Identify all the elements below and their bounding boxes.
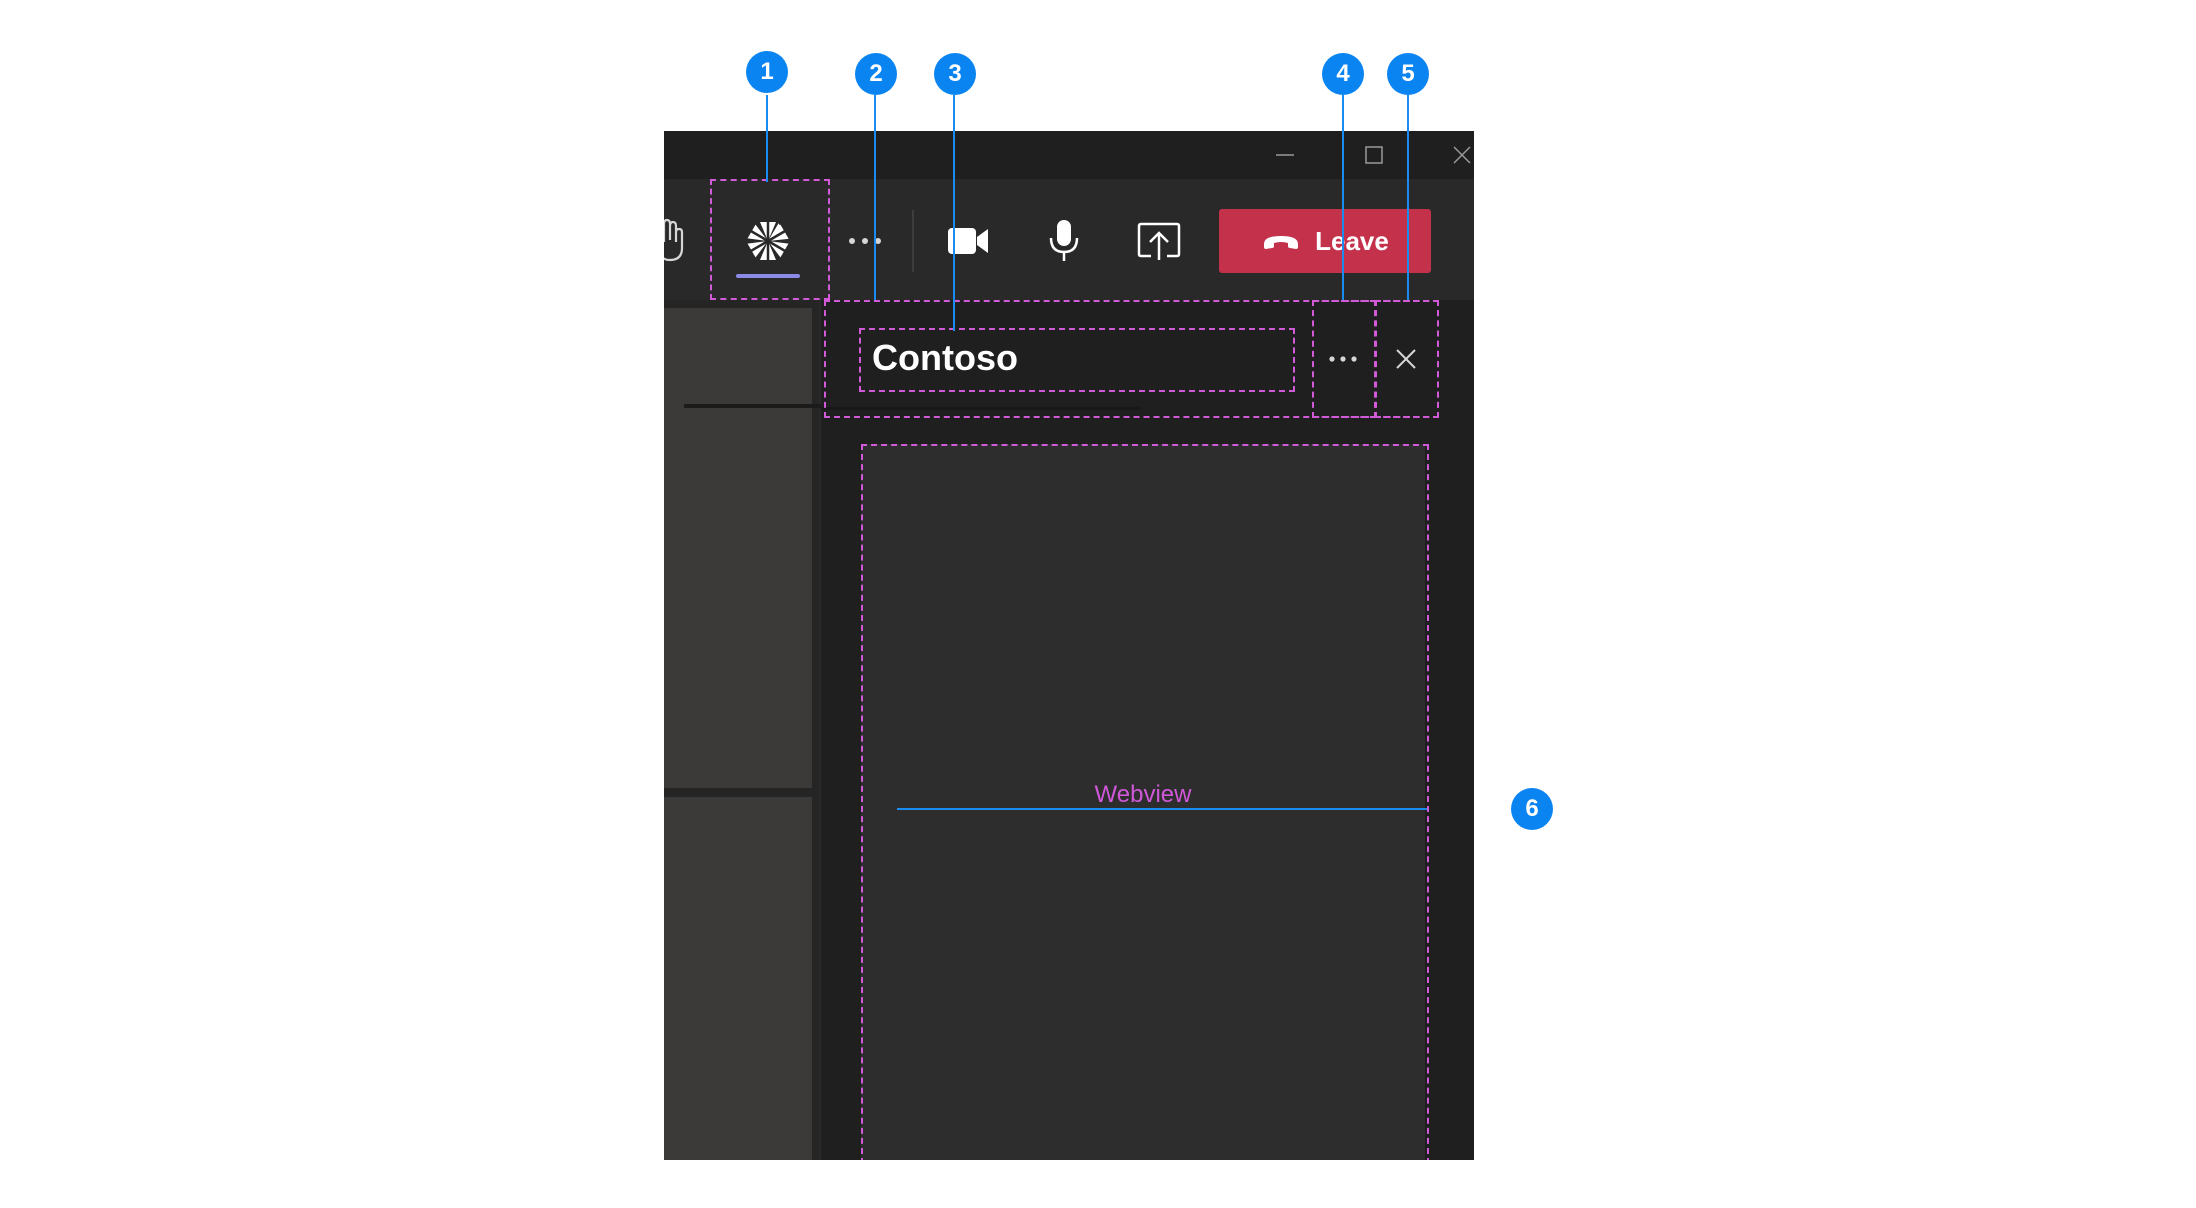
minimize-icon	[1276, 154, 1294, 156]
participant-tile	[664, 797, 812, 1160]
callout-2-leader	[874, 95, 876, 300]
close-icon	[1453, 146, 1471, 164]
share-button[interactable]	[1129, 209, 1189, 273]
callout-4: 4	[1322, 53, 1364, 95]
callout-6: 6	[1511, 788, 1553, 830]
app-icon-highlight	[710, 179, 830, 300]
share-icon	[1137, 222, 1181, 260]
hand-icon	[664, 218, 684, 262]
callout-6-leader	[897, 808, 1427, 810]
toolbar-divider	[912, 210, 914, 272]
meeting-stage	[664, 300, 824, 1160]
microphone-button[interactable]	[1034, 209, 1094, 273]
callout-2: 2	[855, 53, 897, 95]
raise-hand-button[interactable]	[664, 211, 690, 271]
more-options-button[interactable]	[836, 211, 896, 271]
maximize-button[interactable]	[1344, 131, 1404, 179]
panel-title-highlight	[859, 328, 1295, 392]
diagram-canvas: Leave Contoso Webview 1 2 3 4 5 6	[0, 0, 2196, 1208]
leave-button[interactable]: Leave	[1219, 209, 1431, 273]
more-icon	[849, 238, 881, 244]
microphone-icon	[1049, 220, 1079, 261]
callout-1-leader	[766, 95, 768, 182]
title-bar	[664, 131, 1474, 179]
leave-label: Leave	[1315, 225, 1389, 256]
tile-divider	[684, 404, 824, 408]
panel-close-highlight	[1375, 300, 1439, 418]
participant-tile	[664, 308, 812, 788]
camera-button[interactable]	[938, 211, 998, 271]
panel-more-highlight	[1312, 300, 1376, 418]
callout-3: 3	[934, 53, 976, 95]
callout-5-leader	[1407, 95, 1409, 300]
webview-highlight	[861, 444, 1429, 1160]
callout-1: 1	[746, 51, 788, 93]
callout-5: 5	[1387, 53, 1429, 95]
callout-3-leader	[953, 95, 955, 331]
phone-hangup-icon	[1264, 236, 1299, 249]
close-window-button[interactable]	[1432, 131, 1474, 179]
maximize-icon	[1365, 146, 1383, 164]
minimize-button[interactable]	[1255, 131, 1315, 179]
meeting-window: Leave Contoso Webview	[664, 131, 1474, 1160]
callout-4-leader	[1342, 95, 1344, 300]
